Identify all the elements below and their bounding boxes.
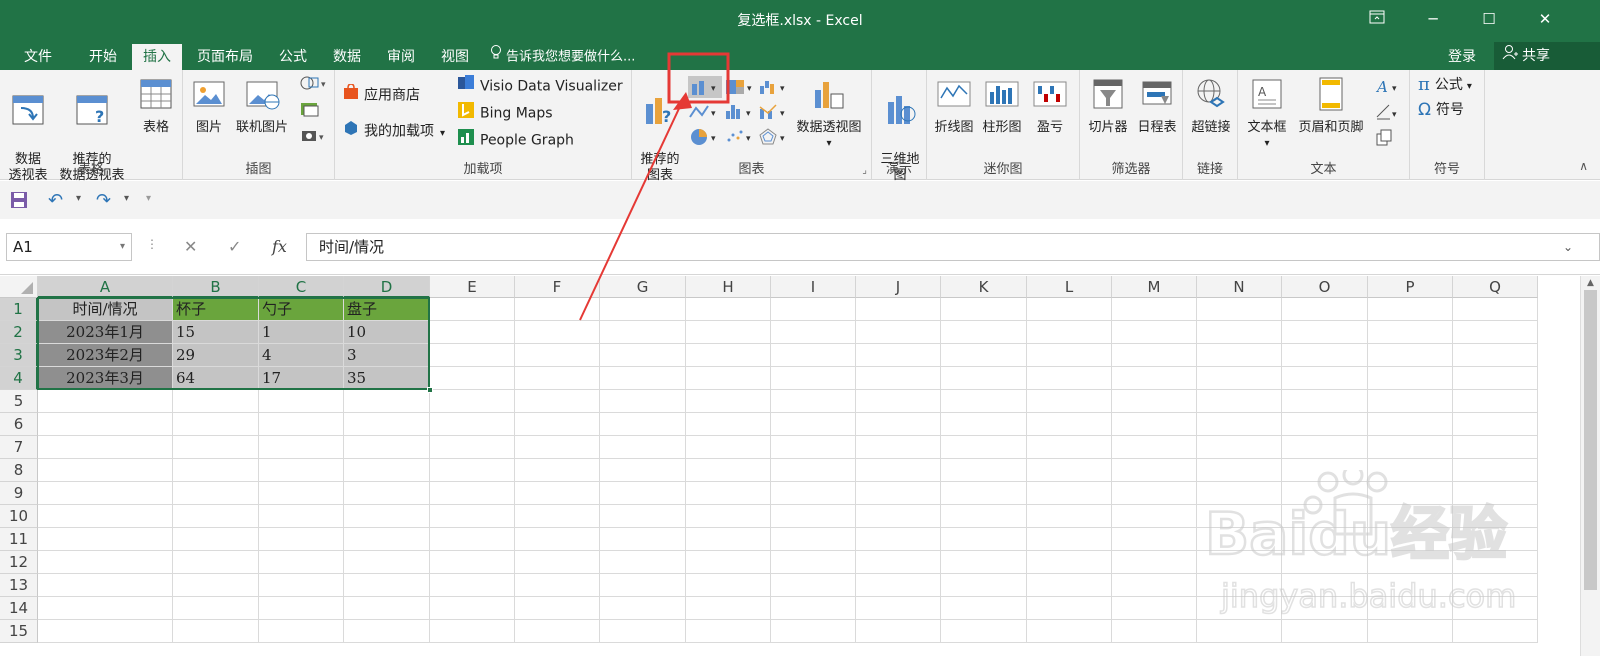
annotation-overlay <box>579 52 730 321</box>
annotation-arrow-line <box>579 99 684 321</box>
highlight-box <box>667 52 730 104</box>
